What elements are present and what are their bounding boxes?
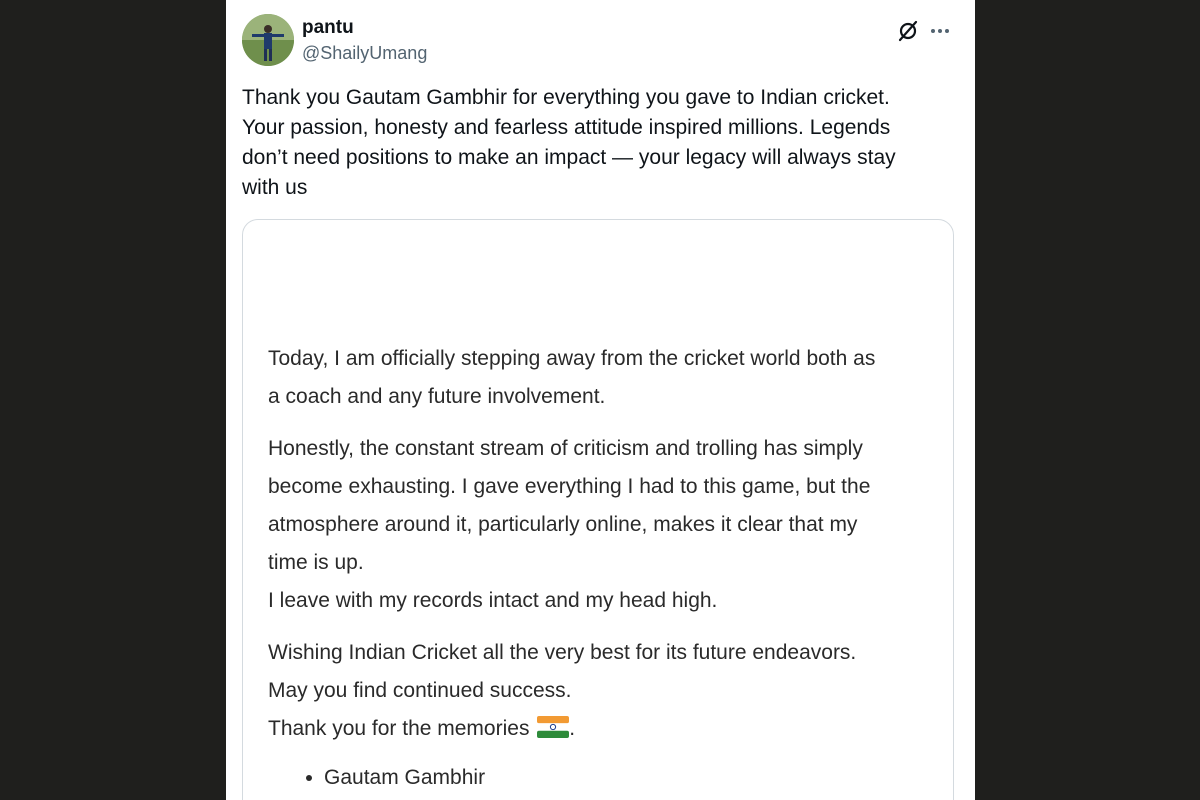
statement-text-block: Today, I am officially stepping away fro… bbox=[268, 340, 938, 797]
screenshot-stage: pantu @ShailyUmang Thank you Gautam Gamb… bbox=[0, 0, 1200, 800]
tweet-text: Thank you Gautam Gambhir for everything … bbox=[242, 86, 896, 199]
statement-paragraph-3: Wishing Indian Cricket all the very best… bbox=[268, 634, 938, 751]
grok-icon[interactable] bbox=[897, 20, 919, 42]
author-block[interactable]: pantu @ShailyUmang bbox=[302, 16, 427, 66]
statement-thanks-line: Thank you for the memories bbox=[268, 717, 530, 740]
tweet-header: pantu @ShailyUmang bbox=[242, 14, 959, 70]
attached-image[interactable]: Today, I am officially stepping away fro… bbox=[242, 219, 954, 800]
statement-period: . bbox=[569, 717, 576, 740]
statement-paragraph-1: Today, I am officially stepping away fro… bbox=[268, 347, 876, 408]
avatar[interactable] bbox=[242, 14, 294, 66]
statement-paragraph-2: Honestly, the constant stream of critici… bbox=[268, 437, 871, 612]
statement-paragraph-3-lines: Wishing Indian Cricket all the very best… bbox=[268, 641, 857, 702]
signature-line: Gautam Gambhir bbox=[268, 759, 938, 797]
bullet-dot bbox=[306, 775, 312, 781]
display-name[interactable]: pantu bbox=[302, 16, 427, 40]
header-actions bbox=[897, 16, 951, 46]
signature: Gautam Gambhir bbox=[324, 766, 486, 789]
india-flag-icon bbox=[537, 713, 570, 751]
handle[interactable]: @ShailyUmang bbox=[302, 40, 427, 66]
more-icon[interactable] bbox=[929, 20, 951, 42]
tweet-card[interactable]: pantu @ShailyUmang Thank you Gautam Gamb… bbox=[226, 0, 975, 800]
